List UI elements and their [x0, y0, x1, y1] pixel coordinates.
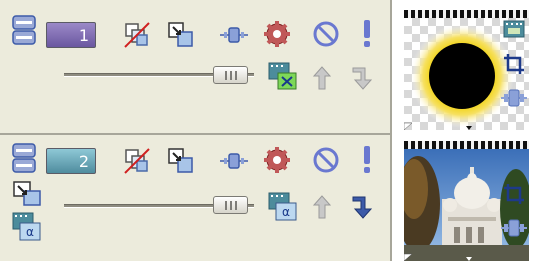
composite-child-mode-icon[interactable]: [12, 180, 42, 208]
track-number-button[interactable]: 2: [46, 148, 96, 174]
make-compositing-child-icon[interactable]: [350, 64, 376, 92]
track-motion-icon[interactable]: α: [268, 192, 298, 222]
track-list-icon[interactable]: [12, 143, 36, 173]
track-fx-icon[interactable]: [263, 146, 291, 174]
svg-text:α: α: [26, 225, 34, 239]
track-motion-icon[interactable]: [268, 62, 298, 92]
track-list-icon[interactable]: [12, 15, 36, 45]
bypass-motion-blur-icon[interactable]: [219, 25, 249, 45]
solo-icon[interactable]: [359, 18, 375, 48]
event-fx-icon[interactable]: [503, 20, 525, 38]
mute-icon[interactable]: [312, 146, 340, 174]
make-compositing-parent-icon[interactable]: [309, 193, 335, 221]
pan-icon[interactable]: [500, 216, 528, 240]
volume-slider-thumb[interactable]: [213, 196, 248, 214]
clip-filmstrip-edge: [404, 141, 529, 149]
volume-slider-thumb[interactable]: [213, 66, 248, 84]
track-number-button[interactable]: 1: [46, 22, 96, 48]
pan-crop-icon[interactable]: [123, 147, 151, 175]
pan-icon[interactable]: [500, 86, 528, 110]
pan-crop-icon[interactable]: [123, 21, 151, 49]
make-compositing-child-icon[interactable]: [350, 193, 376, 221]
make-compositing-parent-icon[interactable]: [309, 64, 335, 92]
clip-filmstrip-edge: [404, 10, 529, 18]
compositing-child-fx-icon[interactable]: α: [12, 212, 42, 242]
solo-icon[interactable]: [359, 144, 375, 174]
mute-icon[interactable]: [312, 20, 340, 48]
crop-icon[interactable]: [502, 182, 526, 206]
composite-mode-icon[interactable]: [167, 21, 195, 49]
crop-icon[interactable]: [502, 52, 526, 76]
composite-mode-icon[interactable]: [167, 147, 195, 175]
bypass-motion-blur-icon[interactable]: [219, 151, 249, 171]
svg-text:α: α: [282, 205, 290, 219]
track-fx-icon[interactable]: [263, 20, 291, 48]
